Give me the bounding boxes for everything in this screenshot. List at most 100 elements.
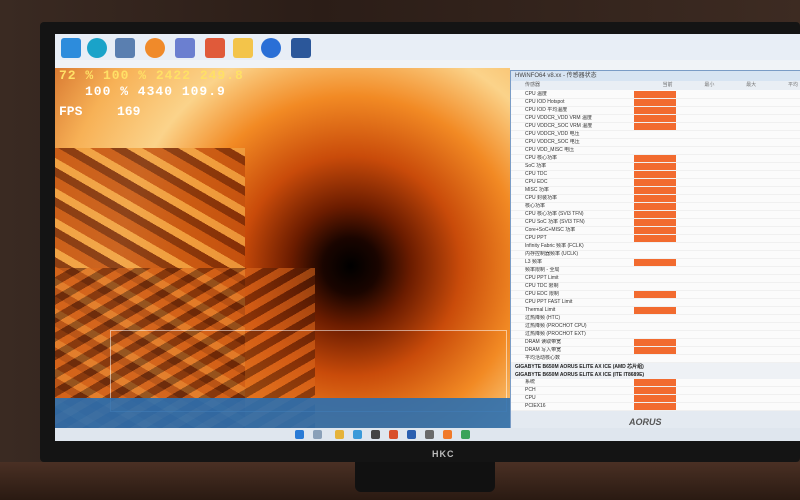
- sensor-row[interactable]: 过热降频 (PROCHOT CPU): [511, 323, 800, 331]
- column-header[interactable]: 传感器: [511, 81, 634, 90]
- search-icon[interactable]: [313, 430, 322, 439]
- sensor-current: [634, 147, 676, 154]
- sensor-name: CPU VDDCR_SOC VRM 温度: [525, 123, 593, 129]
- sensor-current: [633, 395, 676, 402]
- folder-icon[interactable]: [233, 38, 253, 58]
- sensor-group-header[interactable]: GIGABYTE B650M AORUS ELITE AX ICE (ITE I…: [511, 371, 800, 379]
- sensor-avg: [759, 163, 800, 170]
- sensor-row[interactable]: CPU PPT FAST Limit: [511, 299, 800, 307]
- column-header[interactable]: 最大: [717, 81, 759, 90]
- sensor-row[interactable]: 过热降频 (PROCHOT EXT): [511, 331, 800, 339]
- sensor-row[interactable]: Core+SoC+MISC 功率: [511, 227, 800, 235]
- sensor-row[interactable]: Infinity Fabric 频率 (FCLK): [511, 243, 800, 251]
- sensor-avg: [759, 323, 800, 330]
- taskbar-app-icon[interactable]: [461, 430, 470, 439]
- sensor-avg: [759, 99, 800, 106]
- sensor-max: [717, 155, 759, 162]
- sensor-row[interactable]: CPU 核心功率: [511, 155, 800, 163]
- sensor-min: [676, 275, 718, 282]
- sensor-group-header[interactable]: GIGABYTE B650M AORUS ELITE AX ICE (AMD 芯…: [511, 363, 800, 371]
- sensor-name: CPU EDC: [525, 179, 548, 185]
- sensor-max: [717, 299, 759, 306]
- sensor-current: [634, 323, 676, 330]
- taskbar-app-icon[interactable]: [407, 430, 416, 439]
- sensor-row[interactable]: CPU PPT: [511, 235, 800, 243]
- taskbar-app-icon[interactable]: [443, 430, 452, 439]
- sensor-row[interactable]: 核心功率: [511, 203, 800, 211]
- taskbar: [55, 428, 800, 441]
- sensor-row[interactable]: CPU VDDCR_VDD 电压: [511, 131, 800, 139]
- sensor-row[interactable]: CPU VDDCR_VDD VRM 温度: [511, 115, 800, 123]
- taskbar-app-icon[interactable]: [335, 430, 344, 439]
- sensor-row[interactable]: CPU 温度: [511, 91, 800, 99]
- column-header[interactable]: 平均: [759, 81, 800, 90]
- word-icon[interactable]: [291, 38, 311, 58]
- sensor-current: [633, 91, 676, 98]
- sensor-row[interactable]: CPU EDC 限制: [511, 291, 800, 299]
- taskbar-app-icon[interactable]: [353, 430, 362, 439]
- sensor-name: CPU VDD_MISC 电压: [525, 147, 575, 153]
- sensor-current: [633, 203, 676, 210]
- sensor-row[interactable]: CPU IOD 平均温度: [511, 107, 800, 115]
- sensor-row[interactable]: 过热降频 (HTC): [511, 315, 800, 323]
- sensor-row[interactable]: PCIEX16: [511, 403, 800, 411]
- sensor-max: [717, 131, 759, 138]
- sensor-row[interactable]: CPU VDDCR_SOC VRM 温度: [511, 123, 800, 131]
- sensor-row[interactable]: CPU VDD_MISC 电压: [511, 147, 800, 155]
- sensor-row[interactable]: DRAM 写入带宽: [511, 347, 800, 355]
- column-header[interactable]: 最小: [676, 81, 718, 90]
- sensor-max: [717, 403, 759, 410]
- app-icon[interactable]: [205, 38, 225, 58]
- app-icon[interactable]: [261, 38, 281, 58]
- sensor-min: [676, 91, 718, 98]
- sensor-row[interactable]: L3 频率: [511, 259, 800, 267]
- sensor-row[interactable]: CPU EDC: [511, 179, 800, 187]
- sensor-row[interactable]: 系统: [511, 379, 800, 387]
- sensor-max: [717, 107, 759, 114]
- sensor-row[interactable]: CPU SoC 功率 (SVI3 TFN): [511, 219, 800, 227]
- taskbar-app-icon[interactable]: [371, 430, 380, 439]
- sensor-avg: [759, 171, 800, 178]
- sensor-row[interactable]: CPU: [511, 395, 800, 403]
- monitor-brand-logo: HKC: [432, 449, 455, 459]
- start-icon[interactable]: [295, 430, 304, 439]
- sensor-row[interactable]: CPU TDC: [511, 171, 800, 179]
- sensor-min: [676, 155, 718, 162]
- sensor-min: [676, 235, 718, 242]
- app-icon[interactable]: [145, 38, 165, 58]
- sensor-current: [633, 115, 676, 122]
- hwinfo-window[interactable]: HWiNFO64 v8.xx - 传感器状态 传感器 当前 最小 最大 平均 C…: [510, 70, 800, 432]
- sensor-avg: [759, 267, 800, 274]
- app-icon[interactable]: [61, 38, 81, 58]
- app-icon[interactable]: [175, 38, 195, 58]
- sensor-min: [676, 379, 718, 386]
- sensor-row[interactable]: CPU TDC 限制: [511, 283, 800, 291]
- sensor-row[interactable]: PCH: [511, 387, 800, 395]
- sensor-max: [717, 219, 759, 226]
- sensor-name: CPU 核心功率 (SVI3 TFN): [525, 211, 584, 217]
- app-icon[interactable]: [115, 38, 135, 58]
- sensor-row[interactable]: CPU VDDCR_SOC 电压: [511, 139, 800, 147]
- taskbar-app-icon[interactable]: [425, 430, 434, 439]
- sensor-row[interactable]: DRAM 读取带宽: [511, 339, 800, 347]
- taskbar-app-icon[interactable]: [389, 430, 398, 439]
- sensor-row[interactable]: Thermal Limit: [511, 307, 800, 315]
- column-header[interactable]: 当前: [634, 81, 676, 90]
- sensor-row[interactable]: CPU 核心功率 (SVI3 TFN): [511, 211, 800, 219]
- sensor-row[interactable]: 平均活动核心数: [511, 355, 800, 363]
- sensor-min: [676, 243, 718, 250]
- sensor-row[interactable]: 频率限制 - 全局: [511, 267, 800, 275]
- sensor-row[interactable]: CPU IOD Hotspot: [511, 99, 800, 107]
- sensor-max: [717, 171, 759, 178]
- sensor-max: [717, 235, 759, 242]
- sensor-avg: [759, 219, 800, 226]
- sensor-row[interactable]: CPU 封装功率: [511, 195, 800, 203]
- edge-icon[interactable]: [87, 38, 107, 58]
- sensor-row[interactable]: CPU PPT Limit: [511, 275, 800, 283]
- sensor-max: [717, 227, 759, 234]
- sensor-min: [676, 323, 718, 330]
- sensor-row[interactable]: 内存控制器频率 (UCLK): [511, 251, 800, 259]
- sensor-max: [717, 243, 759, 250]
- sensor-row[interactable]: MISC 功率: [511, 187, 800, 195]
- sensor-row[interactable]: SoC 功率: [511, 163, 800, 171]
